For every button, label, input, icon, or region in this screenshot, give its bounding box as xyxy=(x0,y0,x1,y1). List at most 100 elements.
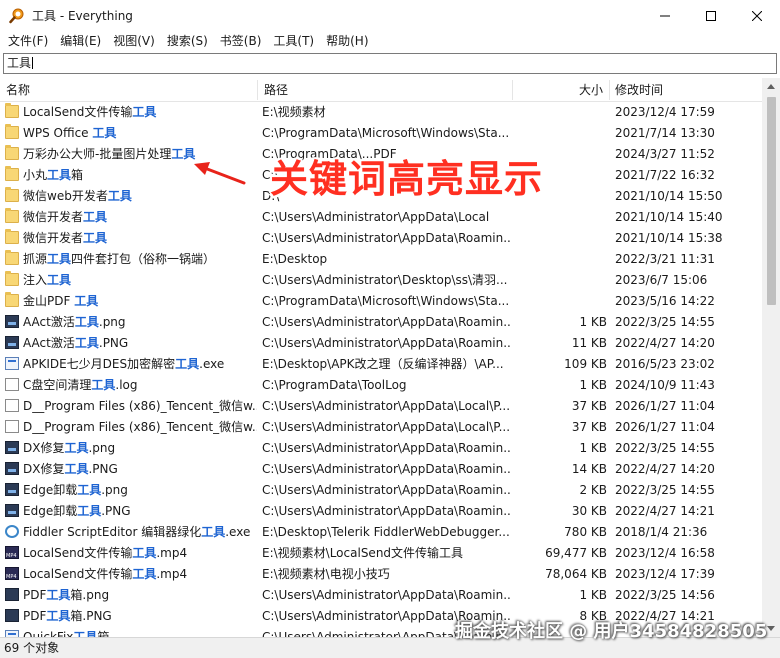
file-row[interactable]: LocalSend文件传输工具.mp4 E:\视频素材\电视小技巧 78,064 K… xyxy=(0,564,762,585)
menu-item[interactable]: 文件(F) xyxy=(2,31,54,52)
name-suffix: .PNG xyxy=(98,336,129,350)
name-text: DX修复 xyxy=(23,441,65,455)
file-row[interactable]: 微信开发者工具 C:\Users\Administrator\AppData\Lo… xyxy=(0,207,762,228)
file-size: 69,477 KB xyxy=(545,546,607,560)
name-text: 微信web开发者 xyxy=(23,189,108,203)
column-header: 名称 路径 大小 修改时间 xyxy=(0,78,762,102)
file-row[interactable]: PDF工具箱.png C:\Users\Administrator\AppData… xyxy=(0,585,762,606)
name-text: WPS Office xyxy=(23,126,93,140)
doc-icon xyxy=(5,378,19,391)
keyword-highlight: 工具 xyxy=(74,336,99,350)
file-modified: 2022/4/27 14:21 xyxy=(615,504,715,518)
annotation-label: 关键词高亮显示 xyxy=(270,157,544,201)
name-text: AAct激活 xyxy=(23,315,75,329)
file-size: 1 KB xyxy=(579,441,607,455)
close-icon[interactable] xyxy=(734,0,780,31)
keyword-highlight: 工具 xyxy=(64,441,89,455)
menu-item[interactable]: 书签(B) xyxy=(214,31,268,52)
keyword-highlight: 工具 xyxy=(107,189,132,203)
file-row[interactable]: AAct激活工具.png C:\Users\Administrator\AppDa… xyxy=(0,312,762,333)
keyword-highlight: 工具 xyxy=(132,567,157,581)
file-row[interactable]: 微信开发者工具 C:\Users\Administrator\AppData\Ro… xyxy=(0,228,762,249)
menu-item[interactable]: 工具(T) xyxy=(267,31,320,52)
file-name: Edge卸载工具.PNG xyxy=(5,501,257,522)
name-suffix: .mp4 xyxy=(156,567,188,581)
file-name: AAct激活工具.PNG xyxy=(5,333,257,354)
file-row[interactable]: Edge卸载工具.PNG C:\Users\Administrator\AppDa… xyxy=(0,501,762,522)
search-value: 工具 xyxy=(7,56,32,70)
name-text: D__Program Files (x86)_Tencent_微信w... xyxy=(23,399,257,413)
keyword-highlight: 工具 xyxy=(64,462,89,476)
column-name[interactable]: 名称 xyxy=(0,78,258,102)
folder-icon xyxy=(5,208,19,223)
file-row[interactable]: 金山PDF 工具 C:\ProgramData\Microsoft\Windows… xyxy=(0,291,762,312)
keyword-highlight: 工具 xyxy=(74,294,99,308)
maximize-icon[interactable] xyxy=(688,0,734,31)
exe-icon xyxy=(5,630,19,637)
menu-item[interactable]: 视图(V) xyxy=(107,31,161,52)
file-row[interactable]: AAct激活工具.PNG C:\Users\Administrator\AppDa… xyxy=(0,333,762,354)
name-text: APKIDE七少月DES加密解密 xyxy=(23,357,176,371)
watermark: 掘金技术社区 @ 用户34584828505 xyxy=(455,621,768,642)
name-text: 注入 xyxy=(23,273,48,287)
column-modified[interactable]: 修改时间 xyxy=(609,78,759,102)
menu-bar: 文件(F) 编辑(E) 视图(V) 搜索(S) 书签(B) 工具(T) 帮助(H) xyxy=(0,31,780,52)
file-modified: 2022/3/21 11:31 xyxy=(615,252,715,266)
file-size: 11 KB xyxy=(571,336,607,350)
file-row[interactable]: LocalSend文件传输工具 E:\视频素材 2023/12/4 17:59 xyxy=(0,102,762,123)
file-row[interactable]: 抓源工具四件套打包（俗称一锅端） E:\Desktop 2022/3/21 11:3… xyxy=(0,249,762,270)
name-suffix: .exe xyxy=(225,525,251,539)
file-path: C:\ProgramData\Microsoft\Windows\Sta... xyxy=(262,294,510,308)
file-row[interactable]: C盘空间清理工具.log C:\ProgramData\ToolLog 1 KB 20… xyxy=(0,375,762,396)
file-row[interactable]: DX修复工具.png C:\Users\Administrator\AppData… xyxy=(0,438,762,459)
menu-item[interactable]: 帮助(H) xyxy=(320,31,374,52)
search-input[interactable]: 工具 xyxy=(3,53,777,74)
name-suffix: 箱 xyxy=(97,630,110,637)
file-row[interactable]: D__Program Files (x86)_Tencent_微信w... C:\… xyxy=(0,417,762,438)
file-path: C:\Users\Administrator\AppData\Roamin... xyxy=(262,315,510,329)
file-row[interactable]: Edge卸载工具.png C:\Users\Administrator\AppDa… xyxy=(0,480,762,501)
file-path: C:\Users\Administrator\AppData\Roamin... xyxy=(262,231,510,245)
scroll-up-icon[interactable] xyxy=(762,78,780,95)
column-path[interactable]: 路径 xyxy=(258,78,513,102)
menu-item[interactable]: 搜索(S) xyxy=(161,31,214,52)
column-size[interactable]: 大小 xyxy=(513,78,609,102)
file-path: C:\Users\Administrator\Desktop\ss\清羽... xyxy=(262,273,508,287)
img-icon xyxy=(5,441,19,454)
folder-icon xyxy=(5,145,19,160)
name-text: D__Program Files (x86)_Tencent_微信w... xyxy=(23,420,257,434)
file-row[interactable]: D__Program Files (x86)_Tencent_微信w... C:\… xyxy=(0,396,762,417)
file-row[interactable]: DX修复工具.PNG C:\Users\Administrator\AppData… xyxy=(0,459,762,480)
file-name: Fiddler ScriptEditor 编辑器绿化工具.exe xyxy=(5,522,257,543)
scroll-thumb[interactable] xyxy=(767,97,776,305)
file-row[interactable]: WPS Office 工具 C:\ProgramData\Microsoft\Wi… xyxy=(0,123,762,144)
vertical-scrollbar[interactable] xyxy=(762,78,780,637)
keyword-highlight: 工具 xyxy=(83,210,108,224)
name-suffix: .PNG xyxy=(101,504,131,518)
menu-item[interactable]: 编辑(E) xyxy=(54,31,107,52)
folder-icon xyxy=(5,250,19,265)
file-path: C:\Users\Administrator\AppData\Local\P..… xyxy=(262,399,510,413)
file-name: 抓源工具四件套打包（俗称一锅端） xyxy=(5,249,257,270)
folder-icon xyxy=(5,229,19,244)
file-name: LocalSend文件传输工具.mp4 xyxy=(5,564,257,585)
file-modified: 2023/12/4 16:58 xyxy=(615,546,715,560)
name-text: LocalSend文件传输 xyxy=(23,546,133,560)
minimize-icon[interactable] xyxy=(642,0,688,31)
file-name: 金山PDF 工具 xyxy=(5,291,257,312)
name-text: 抓源 xyxy=(23,252,48,266)
file-row[interactable]: LocalSend文件传输工具.mp4 E:\视频素材\LocalSend文件传输… xyxy=(0,543,762,564)
file-size: 2 KB xyxy=(579,483,607,497)
file-row[interactable]: APKIDE七少月DES加密解密工具.exe E:\Desktop\APK改之理（… xyxy=(0,354,762,375)
file-row[interactable]: Fiddler ScriptEditor 编辑器绿化工具.exe E:\Deskt… xyxy=(0,522,762,543)
file-modified: 2021/10/14 15:50 xyxy=(615,189,723,203)
file-row[interactable]: 注入工具 C:\Users\Administrator\Desktop\ss\清羽… xyxy=(0,270,762,291)
file-name: 微信开发者工具 xyxy=(5,228,257,249)
file-modified: 2016/5/23 23:02 xyxy=(615,357,715,371)
file-size: 14 KB xyxy=(571,462,607,476)
file-modified: 2022/4/27 14:20 xyxy=(615,336,715,350)
file-size: 37 KB xyxy=(571,420,607,434)
file-name: DX修复工具.PNG xyxy=(5,459,257,480)
name-text: 微信开发者 xyxy=(23,210,84,224)
keyword-highlight: 工具 xyxy=(47,168,72,182)
